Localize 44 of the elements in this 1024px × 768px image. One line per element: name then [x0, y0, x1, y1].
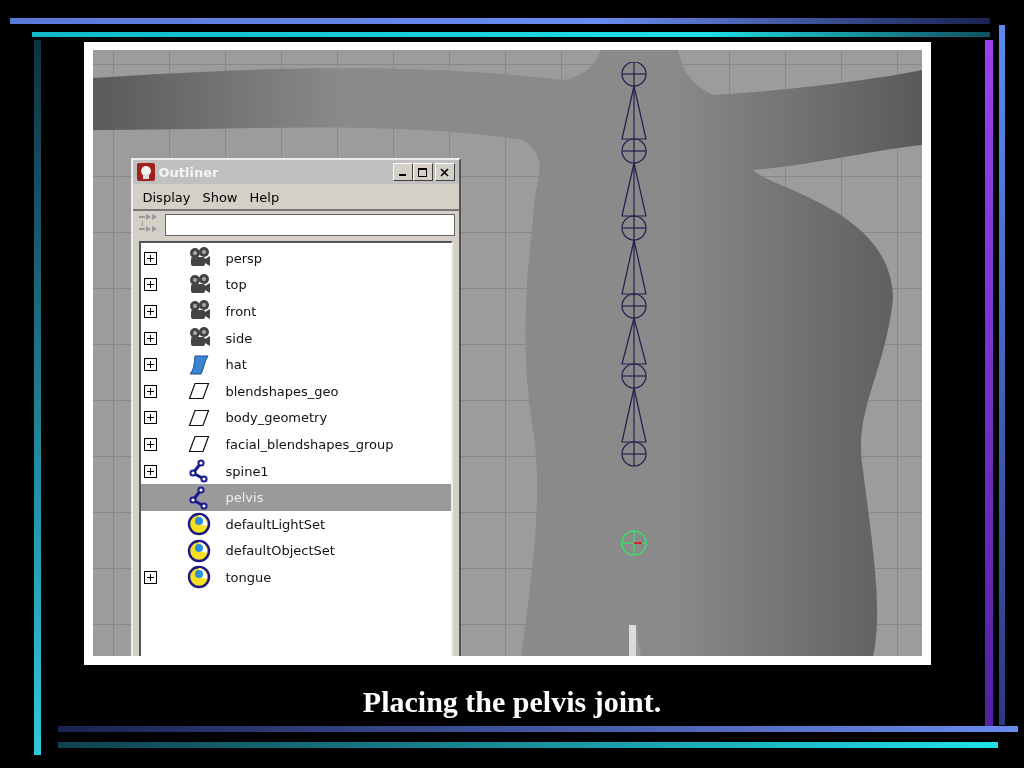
- joint-icon: [188, 459, 209, 484]
- maximize-icon: [418, 167, 427, 177]
- expand-icon[interactable]: [143, 358, 157, 372]
- outliner-item[interactable]: front: [140, 298, 451, 325]
- expand-icon[interactable]: [143, 464, 157, 478]
- outliner-item[interactable]: body_geometry: [140, 404, 451, 432]
- outliner-item[interactable]: facial_blendshapes_group: [140, 431, 451, 458]
- expand-icon[interactable]: [143, 305, 157, 318]
- close-icon: [440, 167, 449, 177]
- outliner-item[interactable]: defaultLightSet: [140, 510, 451, 538]
- leg-gap-highlight: [628, 625, 636, 656]
- menu-item[interactable]: Display: [142, 190, 191, 205]
- filter-field[interactable]: [164, 214, 455, 236]
- expand-icon[interactable]: [143, 251, 157, 265]
- selected-joint-icon: [619, 529, 648, 557]
- parallelogram-icon: [187, 382, 210, 401]
- app-icon: [136, 163, 155, 181]
- outliner-item[interactable]: persp: [140, 245, 451, 272]
- expand-icon[interactable]: [143, 331, 157, 345]
- expand-icon[interactable]: [143, 384, 157, 398]
- joint-icon: [188, 485, 209, 510]
- outliner-item[interactable]: tongue: [140, 564, 451, 591]
- parallelogram-icon: [187, 435, 210, 454]
- expand-icon[interactable]: [143, 411, 157, 425]
- outliner-item[interactable]: hat: [140, 351, 451, 378]
- expand-icon[interactable]: [143, 278, 157, 292]
- parallelogram-icon: [187, 408, 210, 427]
- maximize-button[interactable]: [412, 163, 433, 181]
- minimize-button[interactable]: [392, 163, 413, 181]
- menu-item[interactable]: Help: [249, 190, 280, 205]
- expand-icon[interactable]: [143, 570, 157, 584]
- menu-item[interactable]: Show: [202, 190, 238, 205]
- slide-caption: Placing the pelvis joint.: [362, 685, 662, 719]
- outliner-item[interactable]: blendshapes_geo: [140, 377, 451, 405]
- surface-icon: [187, 353, 210, 376]
- outliner-item[interactable]: spine1: [140, 457, 451, 485]
- outliner-item[interactable]: side: [140, 324, 451, 352]
- set-icon: [186, 565, 211, 590]
- set-icon: [186, 538, 211, 563]
- outliner-item[interactable]: top: [140, 271, 451, 299]
- set-icon: [186, 512, 211, 537]
- close-button[interactable]: [434, 163, 455, 181]
- expand-icon[interactable]: [143, 437, 157, 451]
- outliner-item[interactable]: defaultObjectSet: [140, 537, 451, 565]
